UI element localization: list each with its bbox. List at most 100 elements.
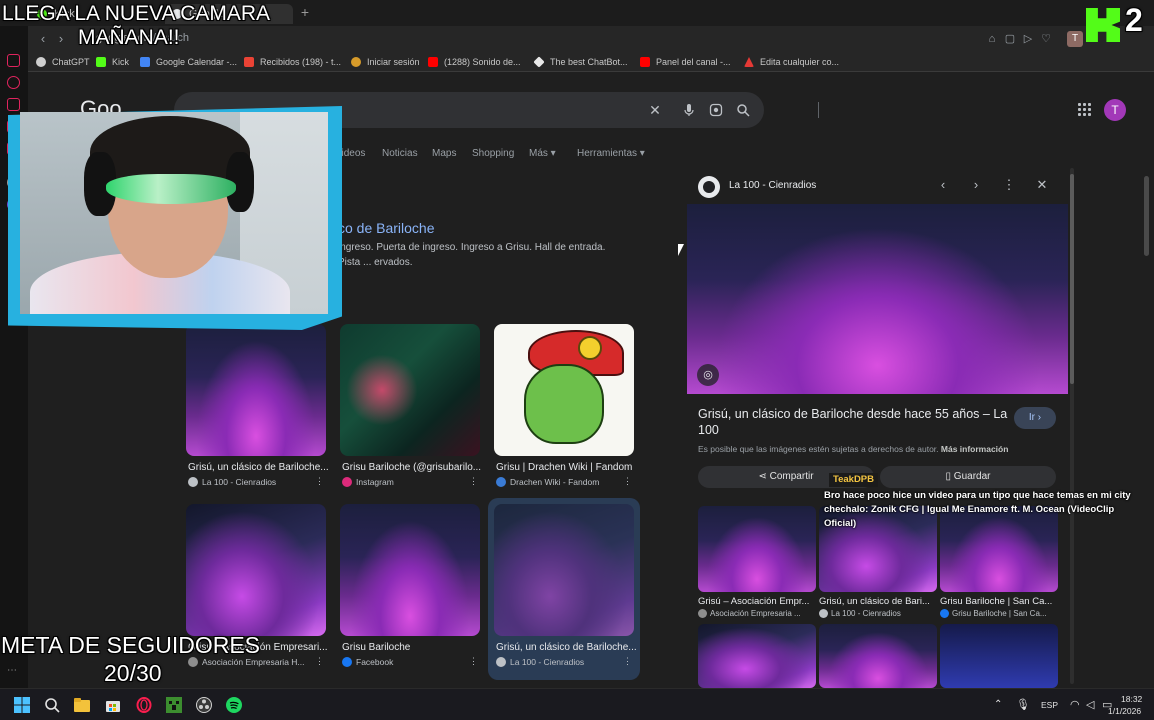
clear-icon[interactable]: ✕: [648, 103, 662, 117]
close-icon[interactable]: ✕: [1035, 178, 1049, 192]
more-options-icon[interactable]: ⋮: [469, 476, 478, 487]
new-tab-button[interactable]: +: [298, 5, 312, 19]
result-image[interactable]: [340, 324, 480, 456]
more-options-icon[interactable]: ⋮: [469, 656, 478, 667]
sidebar-app-icon[interactable]: [7, 98, 20, 111]
filter-tools[interactable]: Herramientas ▾: [577, 148, 645, 159]
related-image-card[interactable]: [698, 624, 816, 688]
bookmark-gmail[interactable]: Recibidos (198) - t...: [244, 55, 341, 69]
more-info-link[interactable]: Más información: [941, 444, 1009, 454]
bookmark-heart-icon[interactable]: ♡: [1040, 33, 1052, 45]
image-result-card[interactable]: Grisu Bariloche Facebook ⋮: [340, 504, 486, 676]
filter-shopping[interactable]: Shopping: [472, 148, 514, 159]
bookmark-kick[interactable]: Kick: [96, 55, 129, 69]
image-result-card-selected[interactable]: Grisú, un clásico de Bariloche... La 100…: [488, 498, 640, 680]
page-scrollbar[interactable]: [1144, 76, 1150, 680]
result-title-link[interactable]: co de Bariloche: [338, 220, 435, 236]
related-source: Grisu Bariloche | San Ca...: [940, 609, 1058, 618]
filter-more[interactable]: Más ▾: [529, 148, 556, 159]
search-icon[interactable]: [736, 103, 750, 117]
source-favicon-icon: [496, 657, 506, 667]
bookmark-login[interactable]: Iniciar sesión: [351, 55, 420, 69]
clock-date[interactable]: 1/1/2026: [1108, 706, 1141, 716]
related-image[interactable]: [940, 624, 1058, 688]
filter-news[interactable]: Noticias: [382, 148, 418, 159]
image-result-card[interactable]: Grisú, un clásico de Bariloche... La 100…: [186, 324, 332, 496]
result-caption[interactable]: Grisu Bariloche: [342, 642, 482, 653]
result-caption[interactable]: Grisu Bariloche (@grisubarilo...: [342, 462, 482, 473]
related-caption[interactable]: Grisú – Asociación Empr...: [698, 596, 816, 607]
previous-arrow-icon[interactable]: ‹: [936, 178, 950, 192]
result-image[interactable]: [340, 504, 480, 636]
store-icon[interactable]: [105, 697, 121, 713]
back-arrow-icon[interactable]: ‹: [36, 32, 50, 46]
volume-icon[interactable]: ◁: [1086, 698, 1094, 711]
visit-button[interactable]: Ir ›: [1014, 407, 1056, 429]
image-result-card[interactable]: Grisu Bariloche (@grisubarilo... Instagr…: [340, 324, 486, 496]
profile-button[interactable]: T: [1067, 31, 1083, 47]
bookmark-chatbot[interactable]: The best ChatBot...: [533, 55, 628, 69]
result-caption[interactable]: Grisu | Drachen Wiki | Fandom: [496, 462, 636, 473]
forward-arrow-icon[interactable]: ›: [54, 32, 68, 46]
related-image[interactable]: [698, 624, 816, 688]
wifi-icon[interactable]: ◠: [1070, 698, 1080, 711]
preview-image[interactable]: ◎: [687, 204, 1068, 394]
opera-gx-icon[interactable]: [136, 697, 152, 713]
voice-search-icon[interactable]: [682, 103, 696, 117]
bookmark-chatgpt[interactable]: ChatGPT: [36, 55, 90, 69]
bookmark-youtube-1[interactable]: (1288) Sonido de...: [428, 55, 521, 69]
bookmark-youtube-2[interactable]: Panel del canal -...: [640, 55, 731, 69]
sidebar-history-icon[interactable]: [7, 76, 20, 89]
account-avatar[interactable]: T: [1104, 99, 1126, 121]
microphone-icon[interactable]: 🎙: [1016, 698, 1030, 711]
panel-scrollbar[interactable]: [1070, 168, 1074, 684]
more-options-icon[interactable]: ⋮: [315, 476, 324, 487]
result-image[interactable]: [494, 504, 634, 636]
related-image[interactable]: [819, 624, 937, 688]
panel-title[interactable]: Grisú, un clásico de Bariloche desde hac…: [698, 406, 1008, 438]
google-apps-icon[interactable]: [1078, 103, 1092, 117]
spotify-icon[interactable]: [226, 697, 242, 713]
sidebar-app-icon[interactable]: [7, 54, 20, 67]
play-icon[interactable]: ▷: [1022, 33, 1034, 45]
related-caption[interactable]: Grisu Bariloche | San Ca...: [940, 596, 1058, 607]
screenshot-icon[interactable]: ▢: [1004, 33, 1016, 45]
filter-maps[interactable]: Maps: [432, 148, 456, 159]
save-button[interactable]: ▯ Guardar: [880, 466, 1056, 488]
tray-chevron-icon[interactable]: ⌃: [994, 699, 1002, 710]
search-icon[interactable]: [44, 697, 60, 713]
result-caption[interactable]: Grisú, un clásico de Bariloche...: [188, 462, 328, 473]
related-caption[interactable]: Grisú, un clásico de Bari...: [819, 596, 937, 607]
related-image-card[interactable]: [819, 624, 937, 688]
lens-icon[interactable]: ◎: [697, 364, 719, 386]
bookmark-calendar[interactable]: Google Calendar -...: [140, 55, 237, 69]
more-options-icon[interactable]: ⋮: [1002, 178, 1016, 192]
language-indicator[interactable]: ESP: [1041, 700, 1058, 710]
youtube-icon: [428, 57, 438, 67]
result-source: La 100 - Cienradios: [188, 477, 328, 487]
file-explorer-icon[interactable]: [74, 697, 90, 713]
related-image-card[interactable]: Grisú – Asociación Empr... Asociación Em…: [698, 506, 816, 624]
pin-icon[interactable]: ⌂: [986, 33, 998, 45]
more-options-icon[interactable]: ⋮: [623, 656, 632, 667]
result-caption[interactable]: Grisú, un clásico de Bariloche...: [496, 642, 636, 653]
sidebar-more-icon[interactable]: ⋯: [7, 666, 20, 679]
image-result-card[interactable]: Grisu | Drachen Wiki | Fandom Drachen Wi…: [494, 324, 640, 496]
minecraft-icon[interactable]: [166, 697, 182, 713]
next-arrow-icon[interactable]: ›: [969, 178, 983, 192]
result-image[interactable]: [494, 324, 634, 456]
more-options-icon[interactable]: ⋮: [623, 476, 632, 487]
result-image[interactable]: [186, 324, 326, 456]
bookmark-edit[interactable]: Edita cualquier co...: [744, 55, 839, 69]
obs-icon[interactable]: [196, 697, 212, 713]
fandom-icon: [496, 477, 506, 487]
windows-start-icon[interactable]: [14, 697, 30, 713]
lens-search-icon[interactable]: [709, 103, 723, 117]
more-options-icon[interactable]: ⋮: [315, 656, 324, 667]
result-image[interactable]: [186, 504, 326, 636]
panel-source-name[interactable]: La 100 - Cienradios: [729, 180, 816, 191]
clock-time[interactable]: 18:32: [1121, 694, 1142, 704]
related-image[interactable]: [698, 506, 816, 592]
related-image-card[interactable]: [940, 624, 1058, 688]
follower-goal-progress: 20/30: [104, 660, 162, 686]
